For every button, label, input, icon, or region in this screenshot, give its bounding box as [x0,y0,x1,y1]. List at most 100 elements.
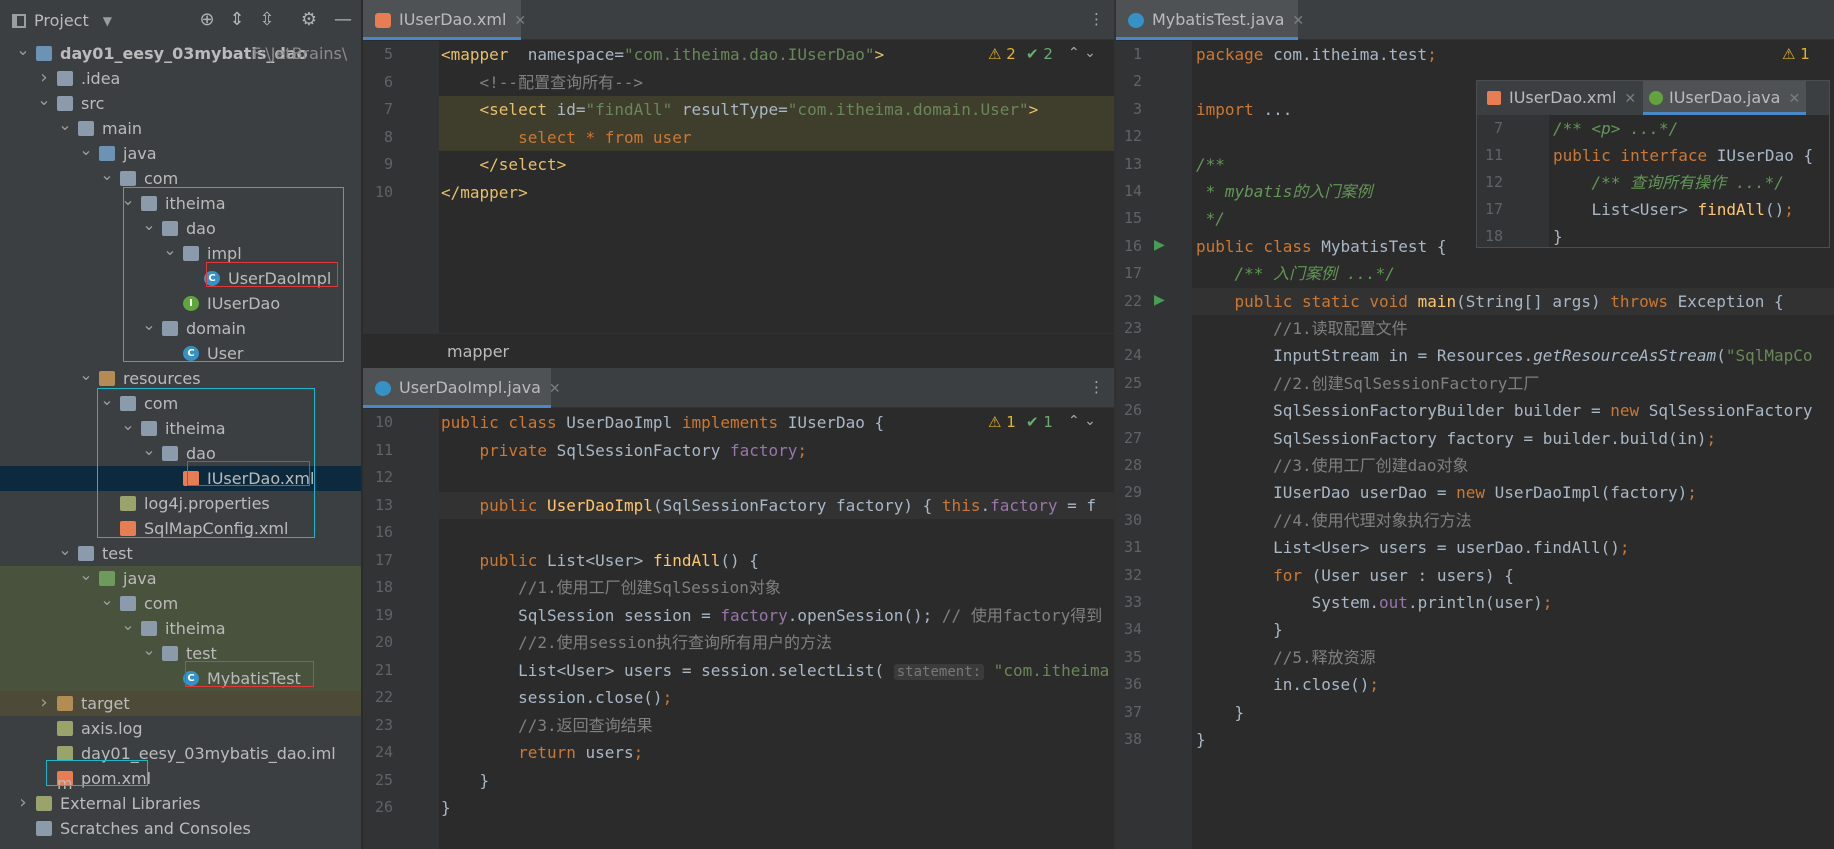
code-line[interactable]: } [1196,616,1283,643]
close-icon[interactable]: ✕ [549,381,561,397]
tab-iuserdao-xml[interactable]: IUserDao.xml ✕ [363,0,526,40]
impl-editor[interactable]: 10 public class UserDaoImpl implements IU… [363,409,1114,849]
popup-tab-iuserdao-java[interactable]: IUserDao.java ✕ [1643,81,1807,115]
code-line[interactable]: */ [1196,205,1225,232]
code-line[interactable]: } [1553,223,1563,247]
close-icon[interactable]: ✕ [514,13,526,29]
chevron-down-icon[interactable]: ⌄ [16,37,30,62]
code-line[interactable]: </mapper> [441,179,528,206]
collapse-all-icon[interactable]: ⇳ [256,9,278,31]
code-line[interactable]: /** 查询所有操作 ...*/ [1553,169,1784,196]
warning-count[interactable]: ⚠ 1 [1782,45,1810,63]
code-line[interactable]: IUserDao userDao = new UserDaoImpl(facto… [1196,479,1697,506]
xml-editor[interactable]: 5 <mapper namespace="com.itheima.dao.IUse… [363,41,1114,333]
run-icon[interactable]: ▶ [1154,292,1165,308]
breadcrumb-mapper[interactable]: mapper [447,342,509,361]
code-line[interactable]: <select id="findAll" resultType="com.ith… [441,96,1039,123]
chevron-down-icon[interactable]: ⌄ [100,162,114,187]
code-line[interactable]: //1.使用工厂创建SqlSession对象 [441,574,781,601]
code-line[interactable]: //2.创建SqlSessionFactory工厂 [1196,370,1539,397]
navigate-icon[interactable]: ⌃ ⌄ [1068,413,1096,429]
chevron-down-icon[interactable]: ⌄ [58,112,72,137]
tab-userdaoimpl-java[interactable]: UserDaoImpl.java ✕ [363,368,561,408]
tree-item[interactable]: axis.log [0,716,361,741]
code-line[interactable]: List<User> users = userDao.findAll(); [1196,534,1629,561]
code-line[interactable]: <mapper namespace="com.itheima.dao.IUser… [441,41,884,68]
close-icon[interactable]: ✕ [1788,91,1800,107]
tree-item[interactable]: ⌄ main [0,115,361,141]
locate-icon[interactable]: ⊕ [196,9,218,31]
code-line[interactable]: in.close(); [1196,671,1379,698]
chevron-right-icon[interactable]: › [16,790,30,815]
run-icon[interactable]: ▶ [1154,237,1165,253]
code-line[interactable]: <!--配置查询所有--> [441,69,643,96]
tree-item[interactable]: ⌄ java [0,140,361,166]
tree-item[interactable]: › .idea [0,66,361,91]
code-line[interactable]: SqlSessionFactoryBuilder builder = new S… [1196,397,1812,424]
close-icon[interactable]: ✕ [1624,91,1636,107]
code-line[interactable]: package com.itheima.test; [1196,41,1437,68]
code-line[interactable]: public List<User> findAll() { [441,547,759,574]
code-line[interactable]: public UserDaoImpl(SqlSessionFactory fac… [441,492,1097,519]
tree-item[interactable]: ⌄ itheima [0,615,361,641]
code-line[interactable]: } [441,767,490,794]
tree-item[interactable]: › External Libraries [0,790,361,816]
chevron-down-icon[interactable]: ⌄ [121,612,135,637]
close-icon[interactable]: ✕ [1292,13,1304,29]
expand-all-icon[interactable]: ⇕ [226,9,248,31]
code-line[interactable]: List<User> users = session.selectList( s… [441,657,1109,684]
code-line[interactable]: for (User user : users) { [1196,562,1514,589]
code-line[interactable]: select * from user [441,124,691,151]
code-line[interactable]: InputStream in = Resources.getResourceAs… [1196,342,1812,369]
code-line[interactable]: SqlSessionFactory factory = builder.buil… [1196,425,1716,452]
code-line[interactable]: //1.读取配置文件 [1196,315,1408,342]
tree-item[interactable]: ⌄ src [0,90,361,116]
code-line[interactable]: //3.返回查询结果 [441,712,653,739]
tree-item[interactable]: › target [0,690,361,716]
chevron-down-icon[interactable]: ⌄ [142,637,156,662]
code-line[interactable]: } [441,794,451,821]
tab-mybatistest-java[interactable]: MybatisTest.java ✕ [1116,0,1304,40]
code-line[interactable]: public class UserDaoImpl implements IUse… [441,409,884,436]
tree-item[interactable]: ⌄ java [0,565,361,591]
chevron-down-icon[interactable]: ⌄ [79,137,93,162]
code-line[interactable]: </select> [441,151,567,178]
code-line[interactable]: /** [1196,151,1225,178]
chevron-down-icon[interactable]: ⌄ [100,587,114,612]
popup-editor[interactable]: 7 /** <p> ...*/ 11 public interface IUserDa… [1477,115,1829,247]
gear-icon[interactable]: ⚙ [298,9,320,31]
chevron-right-icon[interactable]: › [37,690,51,715]
code-line[interactable]: System.out.println(user); [1196,589,1553,616]
chevron-down-icon[interactable]: ▼ [103,14,112,28]
chevron-down-icon[interactable]: ⌄ [79,562,93,587]
warning-count[interactable]: ⚠ 1 [988,413,1016,431]
code-line[interactable]: //2.使用session执行查询所有用户的方法 [441,629,832,656]
tree-item[interactable]: ⌄ com [0,590,361,616]
code-line[interactable]: public class MybatisTest { [1196,233,1446,260]
code-line[interactable]: //4.使用代理对象执行方法 [1196,507,1472,534]
code-line[interactable]: import ... [1196,96,1292,123]
code-line[interactable]: * mybatis的入门案例 [1196,178,1373,205]
code-line[interactable]: session.close(); [441,684,672,711]
popup-tab-iuserdao-xml[interactable]: IUserDao.xml ✕ [1485,81,1636,115]
code-line[interactable]: SqlSession session = factory.openSession… [441,602,1102,629]
navigate-icon[interactable]: ⌃ ⌄ [1068,45,1096,61]
check-count[interactable]: ✔ 2 [1026,45,1053,63]
more-icon[interactable]: ⋮ [1089,378,1104,396]
code-line[interactable]: List<User> findAll(); [1553,196,1794,223]
code-line[interactable]: /** 入门案例 ...*/ [1196,260,1395,287]
chevron-down-icon[interactable]: ⌄ [58,537,72,562]
code-line[interactable]: //5.释放资源 [1196,644,1376,671]
minimize-icon[interactable]: — [332,9,354,31]
tree-item[interactable]: Scratches and Consoles [0,816,361,841]
code-line[interactable]: public static void main(String[] args) t… [1196,288,1784,315]
tree-item[interactable]: ⌄ day01_eesy_03mybatis_dao F:\JetBrains\ [0,40,361,66]
code-line[interactable]: /** <p> ...*/ [1553,115,1678,142]
code-line[interactable]: } [1196,726,1206,753]
code-line[interactable]: private SqlSessionFactory factory; [441,437,808,464]
more-icon[interactable]: ⋮ [1089,10,1104,28]
warning-count[interactable]: ⚠ 2 [988,45,1016,63]
project-panel-title[interactable]: Project [34,11,89,30]
editor-divider[interactable] [1114,0,1116,849]
tree-item[interactable]: ⌄ test [0,540,361,566]
